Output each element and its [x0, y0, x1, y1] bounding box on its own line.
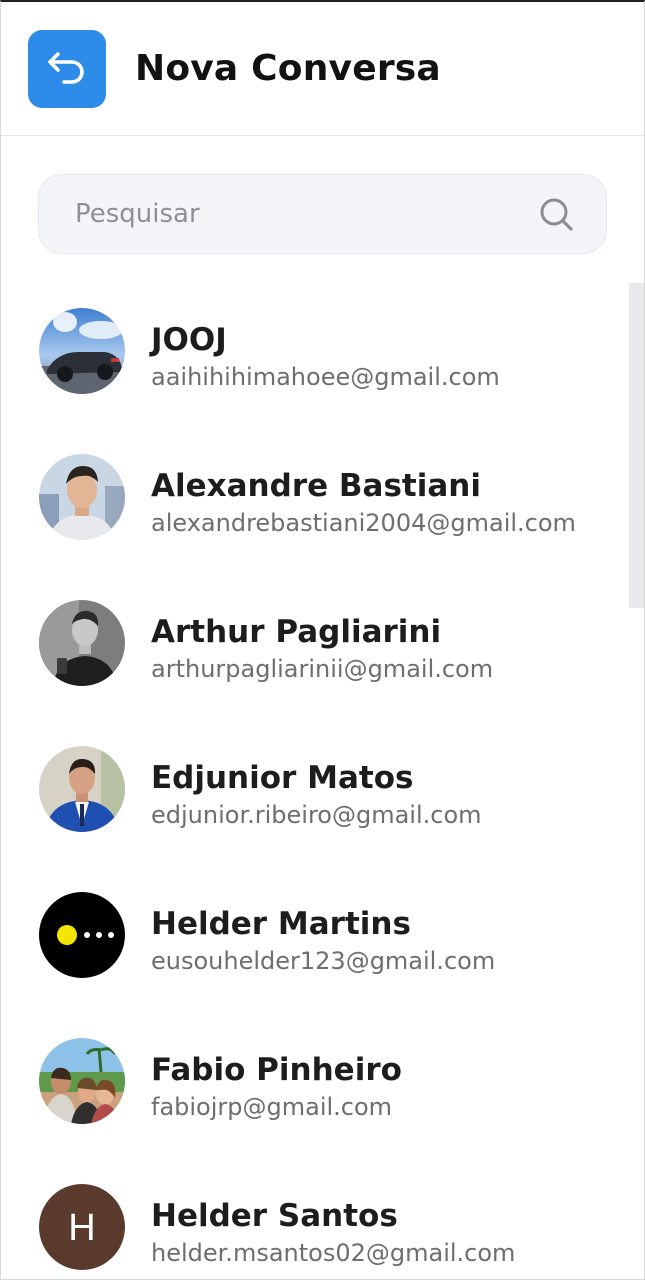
avatar: [39, 1038, 125, 1124]
contact-email: edjunior.ribeiro@gmail.com: [151, 801, 482, 829]
contact-info: Edjunior Matos edjunior.ribeiro@gmail.co…: [151, 760, 581, 830]
avatar: [39, 308, 125, 394]
scrollbar[interactable]: [629, 283, 644, 608]
contact-info: JOOJ aaihihihimahoee@gmail.com: [151, 322, 581, 392]
list-item[interactable]: Edjunior Matos edjunior.ribeiro@gmail.co…: [1, 740, 626, 886]
contact-email: eusouhelder123@gmail.com: [151, 947, 496, 975]
avatar: [39, 454, 125, 540]
list-item[interactable]: JOOJ aaihihihimahoee@gmail.com: [1, 302, 626, 448]
contact-email: fabiojrp@gmail.com: [151, 1093, 393, 1121]
contact-info: Arthur Pagliarini arthurpagliarinii@gmai…: [151, 614, 581, 684]
contact-name: Alexandre Bastiani: [151, 468, 481, 504]
contact-info: Helder Santos helder.msantos02@gmail.com: [151, 1198, 581, 1268]
avatar: [39, 746, 125, 832]
search-bar: [38, 174, 607, 254]
page-title: Nova Conversa: [135, 48, 441, 89]
search-input[interactable]: [39, 174, 536, 254]
avatar-initial: H: [68, 1207, 95, 1249]
contact-email: aaihihihimahoee@gmail.com: [151, 363, 500, 391]
contact-name: Helder Santos: [151, 1198, 398, 1234]
avatar: [39, 892, 125, 978]
contact-email: helder.msantos02@gmail.com: [151, 1239, 516, 1267]
back-arrow-icon: [44, 44, 90, 94]
contact-info: Alexandre Bastiani alexandrebastiani2004…: [151, 468, 581, 538]
list-item[interactable]: Arthur Pagliarini arthurpagliarinii@gmai…: [1, 594, 626, 740]
back-button[interactable]: [28, 29, 106, 108]
contact-email: alexandrebastiani2004@gmail.com: [151, 509, 576, 537]
new-conversation-screen: Nova Conversa Pesquisar JOOJ aaihihihima…: [0, 0, 645, 1280]
avatar: [39, 600, 125, 686]
contact-info: Helder Martins eusouhelder123@gmail.com: [151, 906, 581, 976]
contact-list: JOOJ aaihihihimahoee@gmail.com Alexandre…: [1, 302, 626, 1279]
avatar: H: [39, 1184, 125, 1270]
list-item[interactable]: Helder Martins eusouhelder123@gmail.com: [1, 886, 626, 1032]
list-item[interactable]: Alexandre Bastiani alexandrebastiani2004…: [1, 448, 626, 594]
contact-email: arthurpagliarinii@gmail.com: [151, 655, 494, 683]
contact-name: Fabio Pinheiro: [151, 1052, 402, 1088]
contact-name: Arthur Pagliarini: [151, 614, 442, 650]
contact-info: Fabio Pinheiro fabiojrp@gmail.com: [151, 1052, 581, 1122]
pacman-icon: [39, 892, 125, 978]
contact-name: JOOJ: [151, 322, 227, 358]
header: Nova Conversa: [1, 2, 644, 136]
list-item[interactable]: Fabio Pinheiro fabiojrp@gmail.com: [1, 1032, 626, 1178]
contact-name: Helder Martins: [151, 906, 411, 942]
list-item[interactable]: H Helder Santos helder.msantos02@gmail.c…: [1, 1178, 626, 1279]
contact-name: Edjunior Matos: [151, 760, 414, 796]
search-icon[interactable]: [536, 194, 576, 234]
